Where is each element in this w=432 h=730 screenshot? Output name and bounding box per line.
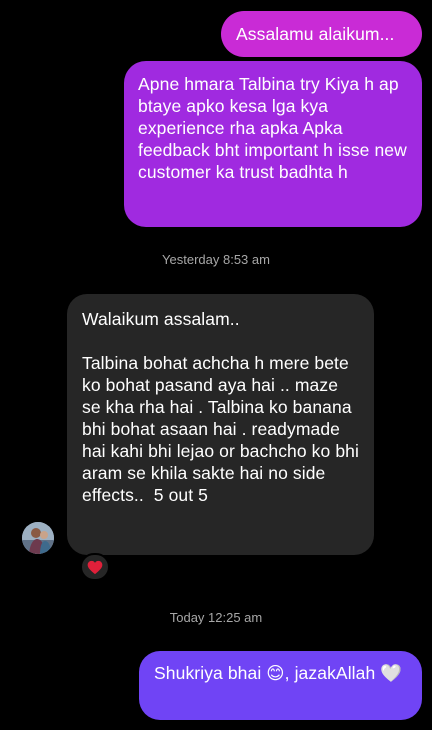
sent-message-thanks[interactable]: Shukriya bhai 😊, jazakAllah 🤍 [139,651,422,720]
avatar[interactable] [22,522,54,554]
avatar-image [22,522,54,554]
sent-message-greeting[interactable]: Assalamu alaikum... [221,11,422,57]
timestamp: Yesterday 8:53 am [162,252,270,267]
heart-reaction[interactable] [80,553,110,581]
timestamp: Today 12:25 am [169,610,263,625]
sent-message-feedback-request[interactable]: Apne hmara Talbina try Kiya h ap btaye a… [124,61,422,227]
heart-icon [87,560,103,574]
received-message-review[interactable]: Walaikum assalam.. Talbina bohat achcha … [67,294,374,555]
